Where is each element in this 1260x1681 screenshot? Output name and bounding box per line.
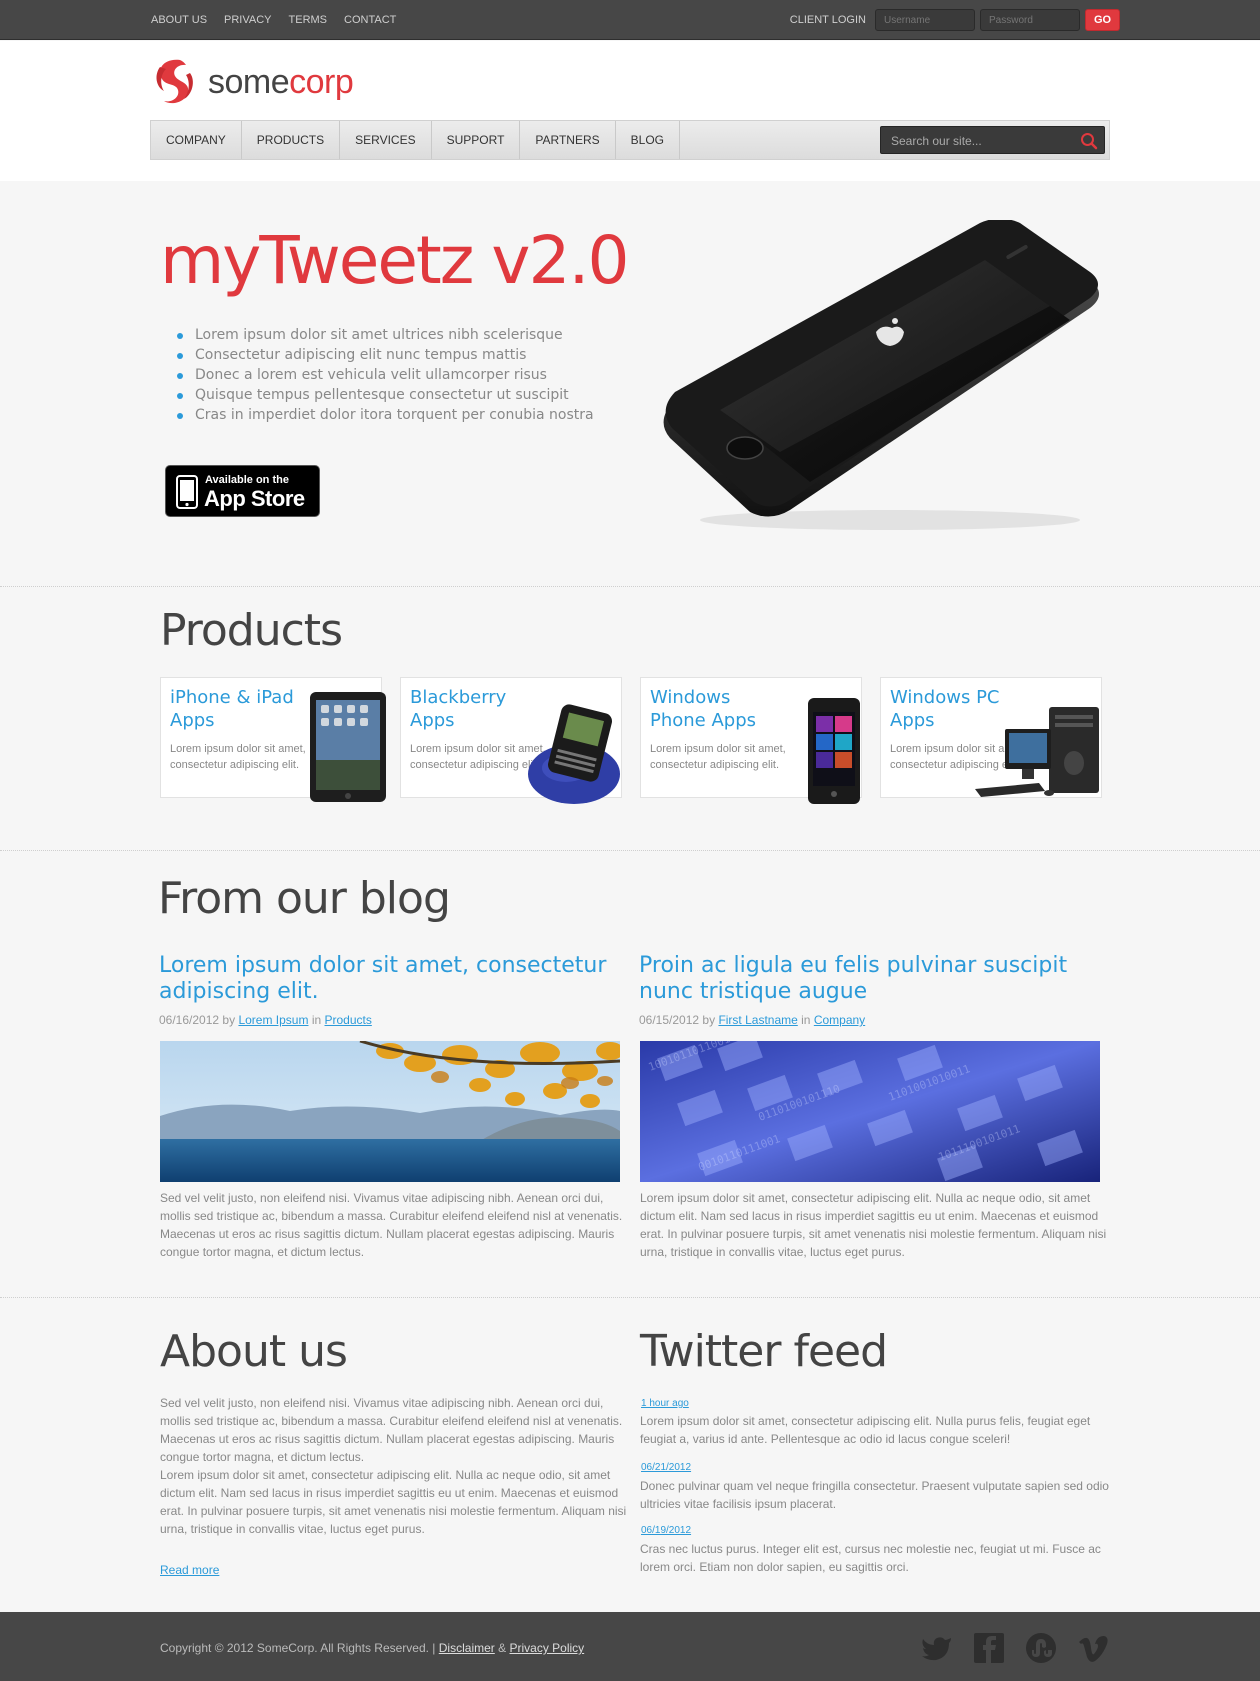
- top-link-terms[interactable]: TERMS: [289, 14, 328, 26]
- blackberry-image: [528, 704, 620, 804]
- blog-post-date: 06/16/2012: [159, 1013, 220, 1027]
- client-login-label: CLIENT LOGIN: [789, 14, 866, 26]
- desktop-pc-image: [975, 707, 1099, 797]
- blog-post-in: in: [311, 1013, 322, 1027]
- somecorp-logo-icon: [156, 59, 193, 104]
- twitter-icon[interactable]: [920, 1631, 954, 1665]
- about-paragraph: Lorem ipsum dolor sit amet, consectetur …: [160, 1468, 627, 1536]
- tweet-text: Cras nec luctus purus. Integer elit est,…: [640, 1542, 1101, 1574]
- tweet-date-link[interactable]: 06/21/2012: [641, 1462, 691, 1473]
- product-title: iPhone & iPad Apps: [170, 687, 294, 731]
- hero-feature: Quisque tempus pellentesque consectetur …: [175, 385, 594, 405]
- hero-title: myTweetz v2.0: [160, 222, 629, 299]
- nav-item-support[interactable]: SUPPORT: [432, 121, 521, 159]
- footer-amp: &: [498, 1641, 507, 1655]
- product-desc: Lorem ipsum dolor sit amet, consectetur …: [650, 743, 786, 771]
- blog-post-excerpt: Sed vel velit justo, non eleifend nisi. …: [160, 1191, 623, 1259]
- section-divider: [0, 850, 1260, 851]
- privacy-policy-link[interactable]: Privacy Policy: [509, 1641, 584, 1655]
- blog-post-category-link[interactable]: Products: [325, 1013, 372, 1027]
- about-paragraph: Sed vel velit justo, non eleifend nisi. …: [160, 1396, 623, 1464]
- logo-some: some: [208, 63, 290, 101]
- password-input[interactable]: [980, 9, 1080, 31]
- tweet-text: Lorem ipsum dolor sit amet, consectetur …: [640, 1414, 1091, 1446]
- disclaimer-link[interactable]: Disclaimer: [439, 1641, 495, 1655]
- top-bar: ABOUT US PRIVACY TERMS CONTACT CLIENT LO…: [0, 0, 1260, 40]
- search-input[interactable]: Search our site...: [880, 126, 1105, 154]
- nav-item-products[interactable]: PRODUCTS: [242, 121, 341, 159]
- vimeo-icon[interactable]: [1076, 1631, 1110, 1665]
- product-card-iphone-ipad[interactable]: iPhone & iPad Apps Lorem ipsum dolor sit…: [160, 677, 386, 802]
- iphone-image: [663, 220, 1099, 530]
- blog-post-excerpt: Lorem ipsum dolor sit amet, consectetur …: [640, 1191, 1107, 1259]
- tweet-text: Donec pulvinar quam vel neque fringilla …: [640, 1479, 1109, 1511]
- nav-item-company[interactable]: COMPANY: [151, 121, 242, 159]
- hero-feature: Donec a lorem est vehicula velit ullamco…: [175, 365, 594, 385]
- logo-wordmark: somecorp: [208, 63, 354, 101]
- top-link-about-us[interactable]: ABOUT US: [151, 14, 207, 26]
- search-icon[interactable]: [1080, 132, 1098, 150]
- twitter-heading: Twitter feed: [640, 1326, 888, 1377]
- ipad-image: [310, 692, 386, 802]
- blog-post-meta: 06/16/2012 by Lorem Ipsum in Products: [159, 1013, 372, 1027]
- product-desc: Lorem ipsum dolor sit amet, consectetur …: [170, 743, 306, 771]
- product-card-windows-phone[interactable]: Windows Phone Apps Lorem ipsum dolor sit…: [640, 677, 862, 804]
- blog-heading: From our blog: [158, 873, 451, 924]
- login-go-button[interactable]: GO: [1085, 9, 1120, 31]
- products-heading: Products: [160, 605, 343, 656]
- blog-post-author-link[interactable]: Lorem Ipsum: [238, 1013, 308, 1027]
- about-text: Sed vel velit justo, non eleifend nisi. …: [160, 1394, 630, 1538]
- nav-item-blog[interactable]: BLOG: [616, 121, 681, 159]
- top-links: ABOUT US PRIVACY TERMS CONTACT: [151, 14, 396, 26]
- footer: Copyright © 2012 SomeCorp. All Rights Re…: [0, 1612, 1260, 1681]
- tweet-date-link[interactable]: 1 hour ago: [641, 1398, 689, 1409]
- top-link-privacy[interactable]: PRIVACY: [224, 14, 271, 26]
- tweet-date-link[interactable]: 06/19/2012: [641, 1525, 691, 1536]
- stumbleupon-icon[interactable]: [1024, 1631, 1058, 1665]
- about-heading: About us: [160, 1326, 348, 1377]
- nav-item-partners[interactable]: PARTNERS: [520, 121, 616, 159]
- blog-post-title[interactable]: Lorem ipsum dolor sit amet, consectetur …: [159, 953, 619, 1005]
- blog-post-image-keyboard[interactable]: 1001011011001 0110100101110 110100101001…: [640, 1041, 1100, 1182]
- blog-post-in: in: [801, 1013, 811, 1027]
- app-store-big-text: App Store: [204, 486, 305, 511]
- hero-feature: Cras in imperdiet dolor itora torquent p…: [175, 405, 594, 425]
- product-card-blackberry[interactable]: Blackberry Apps Lorem ipsum dolor sit am…: [400, 677, 622, 804]
- social-links: [920, 1631, 1110, 1665]
- username-input[interactable]: [875, 9, 975, 31]
- hero-feature: Lorem ipsum dolor sit amet ultrices nibh…: [175, 325, 594, 345]
- product-card-windows-pc[interactable]: Windows PC Apps Lorem ipsum dolor sit am…: [880, 677, 1102, 798]
- blog-post-category-link[interactable]: Company: [814, 1013, 865, 1027]
- blog-post-image-lake[interactable]: [160, 1041, 620, 1182]
- phone-icon: [176, 475, 198, 509]
- hero-feature: Consectetur adipiscing elit nunc tempus …: [175, 345, 594, 365]
- logo[interactable]: somecorp: [150, 57, 354, 107]
- section-divider: [0, 1297, 1260, 1298]
- main-nav: COMPANY PRODUCTS SERVICES SUPPORT PARTNE…: [150, 120, 1110, 160]
- blog-post-date: 06/15/2012: [639, 1013, 700, 1027]
- blog-post-author-link[interactable]: First Lastname: [718, 1013, 797, 1027]
- app-store-small-text: Available on the: [205, 474, 289, 486]
- top-link-contact[interactable]: CONTACT: [344, 14, 396, 26]
- app-store-badge[interactable]: Available on the App Store: [165, 465, 320, 517]
- blog-post-by: by: [222, 1013, 236, 1027]
- blog-post-by: by: [702, 1013, 716, 1027]
- section-divider: [0, 586, 1260, 587]
- product-title: Windows Phone Apps: [650, 687, 757, 731]
- blog-post-meta: 06/15/2012 by First Lastname in Company: [639, 1013, 865, 1027]
- nav-item-services[interactable]: SERVICES: [340, 121, 432, 159]
- blog-post-title[interactable]: Proin ac ligula eu felis pulvinar suscip…: [639, 953, 1099, 1005]
- hero-feature-list: Lorem ipsum dolor sit amet ultrices nibh…: [175, 325, 594, 425]
- footer-copyright: Copyright © 2012 SomeCorp. All Rights Re…: [160, 1641, 584, 1655]
- logo-corp: corp: [289, 63, 354, 101]
- windows-phone-image: [808, 698, 860, 804]
- search-placeholder: Search our site...: [891, 134, 982, 148]
- client-login: CLIENT LOGIN GO: [790, 9, 1120, 31]
- copyright-text: Copyright © 2012 SomeCorp. All Rights Re…: [160, 1641, 436, 1655]
- read-more-link[interactable]: Read more: [160, 1563, 219, 1577]
- header: somecorp: [0, 41, 1260, 181]
- facebook-icon[interactable]: [972, 1631, 1006, 1665]
